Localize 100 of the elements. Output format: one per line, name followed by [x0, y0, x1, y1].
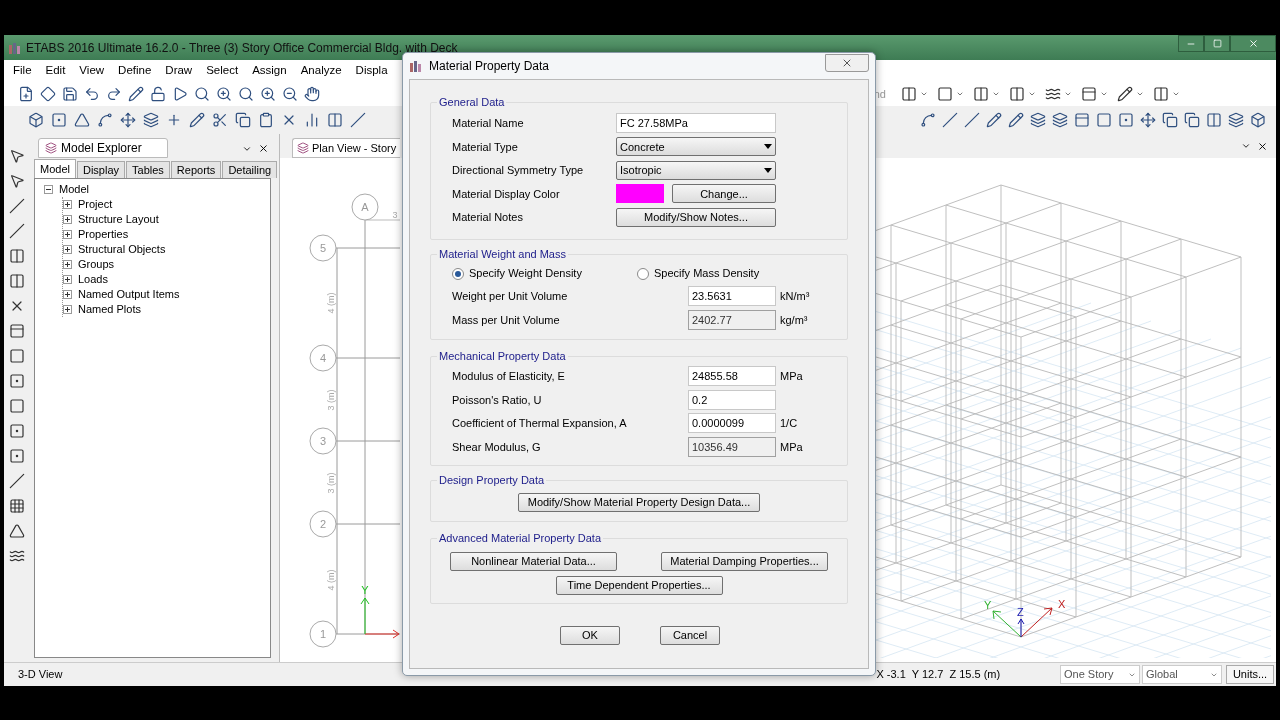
- type-dropdown[interactable]: Concrete: [616, 137, 776, 157]
- radio-button[interactable]: [637, 267, 649, 280]
- copy-icon[interactable]: [1184, 112, 1200, 128]
- panel-tab[interactable]: Model Explorer: [38, 138, 168, 158]
- column-icon[interactable]: [9, 248, 25, 264]
- paste-icon[interactable]: [258, 112, 274, 128]
- cut-icon[interactable]: [212, 112, 228, 128]
- column-icon[interactable]: [9, 273, 25, 289]
- square-icon[interactable]: [9, 398, 25, 414]
- columns-icon[interactable]: [327, 112, 343, 128]
- zoom-in-icon[interactable]: [216, 86, 232, 102]
- tree-item[interactable]: Model: [59, 181, 89, 198]
- dialog-button[interactable]: Change...: [672, 184, 776, 204]
- chart-icon[interactable]: [304, 112, 320, 128]
- tree-item[interactable]: Loads: [78, 271, 108, 288]
- tree-item[interactable]: Named Plots: [78, 301, 141, 318]
- symmetry-dropdown[interactable]: Isotropic: [616, 160, 776, 180]
- tree-item[interactable]: Groups: [78, 256, 115, 273]
- expander-icon[interactable]: [63, 245, 72, 254]
- close-icon[interactable]: [258, 143, 269, 154]
- tree-item[interactable]: Structural Objects: [78, 241, 166, 258]
- redo-icon[interactable]: [106, 86, 122, 102]
- line-icon[interactable]: [350, 112, 366, 128]
- rectangle-section-icon[interactable]: [937, 86, 953, 102]
- close-icon[interactable]: [1257, 140, 1268, 152]
- expander-icon[interactable]: [63, 275, 72, 284]
- text-field[interactable]: 0.0000099: [688, 413, 776, 434]
- zoom-out-icon[interactable]: [282, 86, 298, 102]
- copy-icon[interactable]: [1162, 112, 1178, 128]
- story-dropdown[interactable]: One Story: [1060, 665, 1140, 684]
- maximize-button[interactable]: [1204, 35, 1230, 52]
- view-tab[interactable]: Plan View - Story: [292, 138, 401, 158]
- expander-icon[interactable]: [44, 185, 53, 194]
- pan-icon[interactable]: [304, 86, 320, 102]
- line-icon[interactable]: [9, 198, 25, 214]
- point-icon[interactable]: [51, 112, 67, 128]
- dialog-button[interactable]: Time Dependent Properties...: [555, 575, 723, 595]
- radio-button[interactable]: [452, 267, 464, 280]
- panel-icon[interactable]: [9, 323, 25, 339]
- text-field[interactable]: 0.2: [688, 389, 776, 410]
- expander-icon[interactable]: [63, 215, 72, 224]
- tree-item[interactable]: Named Output Items: [78, 286, 180, 303]
- play-icon[interactable]: [172, 86, 188, 102]
- dialog-button[interactable]: Modify/Show Notes...: [616, 207, 776, 227]
- expander-icon[interactable]: [63, 305, 72, 314]
- column-icon[interactable]: [1153, 86, 1169, 102]
- save-icon[interactable]: [62, 86, 78, 102]
- zoom-icon[interactable]: [194, 86, 210, 102]
- wave-icon[interactable]: [9, 548, 25, 564]
- dialog-button[interactable]: Nonlinear Material Data...: [450, 551, 617, 571]
- pointer-icon[interactable]: [9, 173, 25, 189]
- menu-item[interactable]: Define: [118, 62, 152, 80]
- zoom-icon[interactable]: [238, 86, 254, 102]
- expander-icon[interactable]: [63, 230, 72, 239]
- units-button[interactable]: Units...: [1226, 665, 1274, 684]
- text-field[interactable]: FC 27.58MPa: [616, 113, 776, 134]
- pointer-icon[interactable]: [9, 148, 25, 164]
- point-icon[interactable]: [1118, 112, 1134, 128]
- panel-icon[interactable]: [1074, 112, 1090, 128]
- zoom-in-icon[interactable]: [260, 86, 276, 102]
- pencil-icon[interactable]: [986, 112, 1002, 128]
- columns-icon[interactable]: [1206, 112, 1222, 128]
- menu-item[interactable]: Draw: [165, 62, 193, 80]
- explorer-tab[interactable]: Reports: [170, 161, 222, 178]
- system-dropdown[interactable]: Global: [1142, 665, 1222, 684]
- caret-icon[interactable]: [1136, 90, 1144, 98]
- caret-icon[interactable]: [1100, 90, 1108, 98]
- undo-icon[interactable]: [84, 86, 100, 102]
- pencil-icon[interactable]: [189, 112, 205, 128]
- minimize-button[interactable]: [1178, 35, 1204, 52]
- caret-icon[interactable]: [1028, 90, 1036, 98]
- explorer-tab[interactable]: Tables: [126, 161, 170, 178]
- caret-icon[interactable]: [1172, 90, 1180, 98]
- line-icon[interactable]: [964, 112, 980, 128]
- new-file-icon[interactable]: [18, 86, 34, 102]
- caret-icon[interactable]: [242, 144, 252, 154]
- menu-item[interactable]: Assign: [252, 62, 287, 80]
- dialog-button[interactable]: Cancel: [660, 626, 720, 645]
- dialog-button[interactable]: Modify/Show Material Property Design Data...: [518, 492, 760, 512]
- expander-icon[interactable]: [63, 200, 72, 209]
- explorer-tab[interactable]: Detailing: [222, 161, 278, 178]
- pencil-icon[interactable]: [128, 86, 144, 102]
- menu-item[interactable]: View: [79, 62, 105, 80]
- point-icon[interactable]: [9, 373, 25, 389]
- expander-icon[interactable]: [63, 290, 72, 299]
- caret-icon[interactable]: [1241, 141, 1251, 151]
- explorer-tab[interactable]: Model: [34, 159, 76, 178]
- tree-item[interactable]: Structure Layout: [78, 211, 159, 228]
- caret-icon[interactable]: [1064, 90, 1072, 98]
- square-icon[interactable]: [1096, 112, 1112, 128]
- pencil-icon[interactable]: [1008, 112, 1024, 128]
- explorer-tab[interactable]: Display: [76, 161, 126, 178]
- line-icon[interactable]: [9, 473, 25, 489]
- point-icon[interactable]: [9, 448, 25, 464]
- pencil-icon[interactable]: [1117, 86, 1133, 102]
- text-field[interactable]: 23.5631: [688, 286, 776, 307]
- grid-icon[interactable]: [9, 498, 25, 514]
- expander-icon[interactable]: [63, 260, 72, 269]
- caret-icon[interactable]: [992, 90, 1000, 98]
- line-icon[interactable]: [942, 112, 958, 128]
